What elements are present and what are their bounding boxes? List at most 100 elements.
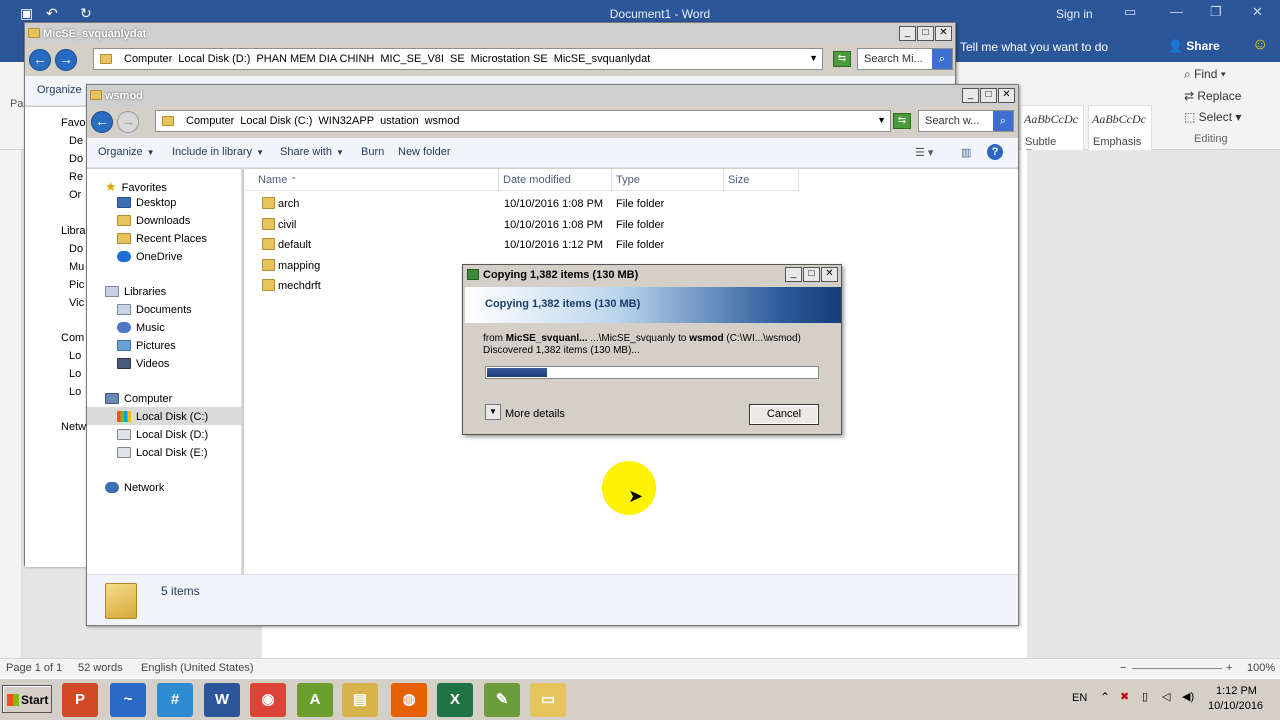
ribbon-display-icon[interactable]: ▭: [1124, 4, 1136, 20]
back-nav-item[interactable]: Favo: [61, 117, 85, 129]
calculator-icon[interactable]: #: [157, 683, 193, 717]
language-indicator[interactable]: English (United States): [141, 662, 254, 674]
clock-time[interactable]: 1:12 PM: [1216, 685, 1257, 697]
organize-button[interactable]: Organize: [37, 84, 82, 96]
speaker-icon[interactable]: ◁: [1162, 690, 1170, 703]
explorer-icon[interactable]: ▤: [342, 683, 378, 717]
spellcheck-icon[interactable]: A: [297, 683, 333, 717]
preview-pane-icon[interactable]: ▥: [961, 146, 971, 159]
close-button[interactable]: ✕: [821, 267, 838, 282]
view-options-icon[interactable]: ☰ ▾: [915, 146, 933, 159]
front-search-input[interactable]: Search w... ⌕: [918, 110, 1014, 132]
help-icon[interactable]: ?: [987, 144, 1003, 160]
file-row[interactable]: civil 10/10/2016 1:08 PM File folder: [244, 216, 804, 236]
column-header-size[interactable]: Size: [724, 169, 799, 191]
chevron-down-icon[interactable]: ▼: [809, 53, 818, 63]
back-icon[interactable]: ←: [29, 49, 51, 71]
close-button[interactable]: ✕: [998, 88, 1015, 103]
column-header-type[interactable]: Type: [612, 169, 724, 191]
breadcrumb-item[interactable]: PHAN MEM DIA CHINH: [256, 53, 374, 65]
back-nav-item[interactable]: Vic: [69, 297, 84, 309]
undo-icon[interactable]: ↶: [46, 5, 58, 22]
search-icon[interactable]: ⌕: [993, 111, 1013, 131]
firefox-icon[interactable]: ◍: [391, 683, 427, 717]
breadcrumb-item[interactable]: ustation: [380, 115, 419, 127]
nav-desktop[interactable]: Desktop: [117, 197, 176, 209]
replace-button[interactable]: ⇄ Replace: [1184, 89, 1241, 103]
column-header-name[interactable]: Name ⌃: [244, 169, 499, 191]
word-count[interactable]: 52 words: [78, 662, 123, 674]
clock-date[interactable]: 10/10/2016: [1208, 700, 1263, 712]
breadcrumb-item[interactable]: MicSE_svquanlydat: [554, 53, 651, 65]
find-button[interactable]: ⌕ Find ▾: [1184, 67, 1226, 82]
nav-favorites[interactable]: ★ Favorites: [105, 179, 167, 195]
file-row[interactable]: arch 10/10/2016 1:08 PM File folder: [244, 195, 804, 215]
minimize-icon[interactable]: —: [1170, 4, 1183, 19]
refresh-icon[interactable]: ⇆: [833, 51, 851, 67]
nav-local-disk-c[interactable]: Local Disk (C:): [117, 411, 208, 423]
more-details-chevron-icon[interactable]: ▼: [485, 404, 501, 420]
more-details-link[interactable]: More details: [505, 408, 565, 420]
word-icon[interactable]: W: [204, 683, 240, 717]
share-with-button[interactable]: Share with ▼: [280, 146, 344, 158]
dialog-titlebar[interactable]: Copying 1,382 items (130 MB) _ □ ✕: [463, 265, 841, 285]
redo-icon[interactable]: ↻: [80, 5, 92, 22]
nav-documents[interactable]: Documents: [117, 304, 192, 316]
back-nav-item[interactable]: Lo: [69, 350, 81, 362]
tool-icon[interactable]: ✎: [484, 683, 520, 717]
back-nav-item[interactable]: Do: [69, 153, 83, 165]
nav-downloads[interactable]: Downloads: [117, 215, 190, 227]
back-nav-item[interactable]: Pic: [69, 279, 84, 291]
breadcrumb-item[interactable]: Computer: [186, 115, 234, 127]
copy-progress-dialog[interactable]: Copying 1,382 items (130 MB) _ □ ✕ Copyi…: [462, 264, 842, 435]
chevron-down-icon[interactable]: ▼: [877, 115, 886, 125]
organize-button[interactable]: Organize ▼: [98, 146, 155, 158]
back-nav-item[interactable]: Com: [61, 332, 84, 344]
back-icon[interactable]: ←: [91, 111, 113, 133]
powerpoint-icon[interactable]: P: [62, 683, 98, 717]
back-nav-item[interactable]: Do: [69, 243, 83, 255]
folder-icon[interactable]: ▭: [530, 683, 566, 717]
nav-network[interactable]: Network: [105, 482, 164, 494]
breadcrumb-item[interactable]: Local Disk (C:): [240, 115, 312, 127]
back-nav-item[interactable]: Lo: [69, 386, 81, 398]
zoom-slider[interactable]: [1132, 668, 1222, 669]
nav-local-disk-d[interactable]: Local Disk (D:): [117, 429, 208, 441]
start-button[interactable]: Start: [2, 685, 52, 713]
language-indicator[interactable]: EN: [1072, 692, 1087, 704]
excel-icon[interactable]: X: [437, 683, 473, 717]
back-nav-item[interactable]: Lo: [69, 368, 81, 380]
tell-me-box[interactable]: Tell me what you want to do: [960, 40, 1108, 54]
back-address-bar[interactable]: Computer Local Disk (D:) PHAN MEM DIA CHIN…: [93, 48, 823, 70]
back-nav-item[interactable]: Or: [69, 189, 81, 201]
breadcrumb-item[interactable]: MIC_SE_V8I: [380, 53, 444, 65]
back-search-input[interactable]: Search Mi... ⌕: [857, 48, 953, 70]
breadcrumb-item[interactable]: SE: [450, 53, 465, 65]
refresh-icon[interactable]: ⇆: [893, 113, 911, 129]
select-button[interactable]: ⬚ Select ▾: [1184, 110, 1241, 124]
nav-local-disk-e[interactable]: Local Disk (E:): [117, 447, 208, 459]
back-nav-item[interactable]: Libra: [61, 225, 85, 237]
nav-onedrive[interactable]: OneDrive: [117, 251, 182, 263]
front-address-bar[interactable]: Computer Local Disk (C:) WIN32APP ustation w…: [155, 110, 891, 132]
minimize-button[interactable]: _: [899, 26, 916, 41]
new-folder-button[interactable]: New folder: [398, 146, 451, 158]
nav-pictures[interactable]: Pictures: [117, 340, 176, 352]
close-button[interactable]: ✕: [935, 26, 952, 41]
nav-recent-places[interactable]: Recent Places: [117, 233, 207, 245]
forward-icon[interactable]: →: [55, 49, 77, 71]
include-in-library-button[interactable]: Include in library ▼: [172, 146, 264, 158]
breadcrumb-item[interactable]: Computer: [124, 53, 172, 65]
column-header-date[interactable]: Date modified: [499, 169, 612, 191]
sign-in-link[interactable]: Sign in: [1056, 7, 1093, 21]
nav-videos[interactable]: Videos: [117, 358, 169, 370]
volume-icon[interactable]: ◀): [1182, 690, 1194, 703]
zoom-in-icon[interactable]: +: [1226, 662, 1232, 674]
maximize-icon[interactable]: ❐: [1210, 4, 1222, 20]
back-nav-item[interactable]: De: [69, 135, 83, 147]
tray-expand-icon[interactable]: ⌃: [1100, 690, 1110, 704]
breadcrumb-item[interactable]: Microstation SE: [471, 53, 548, 65]
file-row[interactable]: default 10/10/2016 1:12 PM File folder: [244, 236, 804, 256]
minimize-button[interactable]: _: [785, 267, 802, 282]
back-nav-item[interactable]: Re: [69, 171, 83, 183]
